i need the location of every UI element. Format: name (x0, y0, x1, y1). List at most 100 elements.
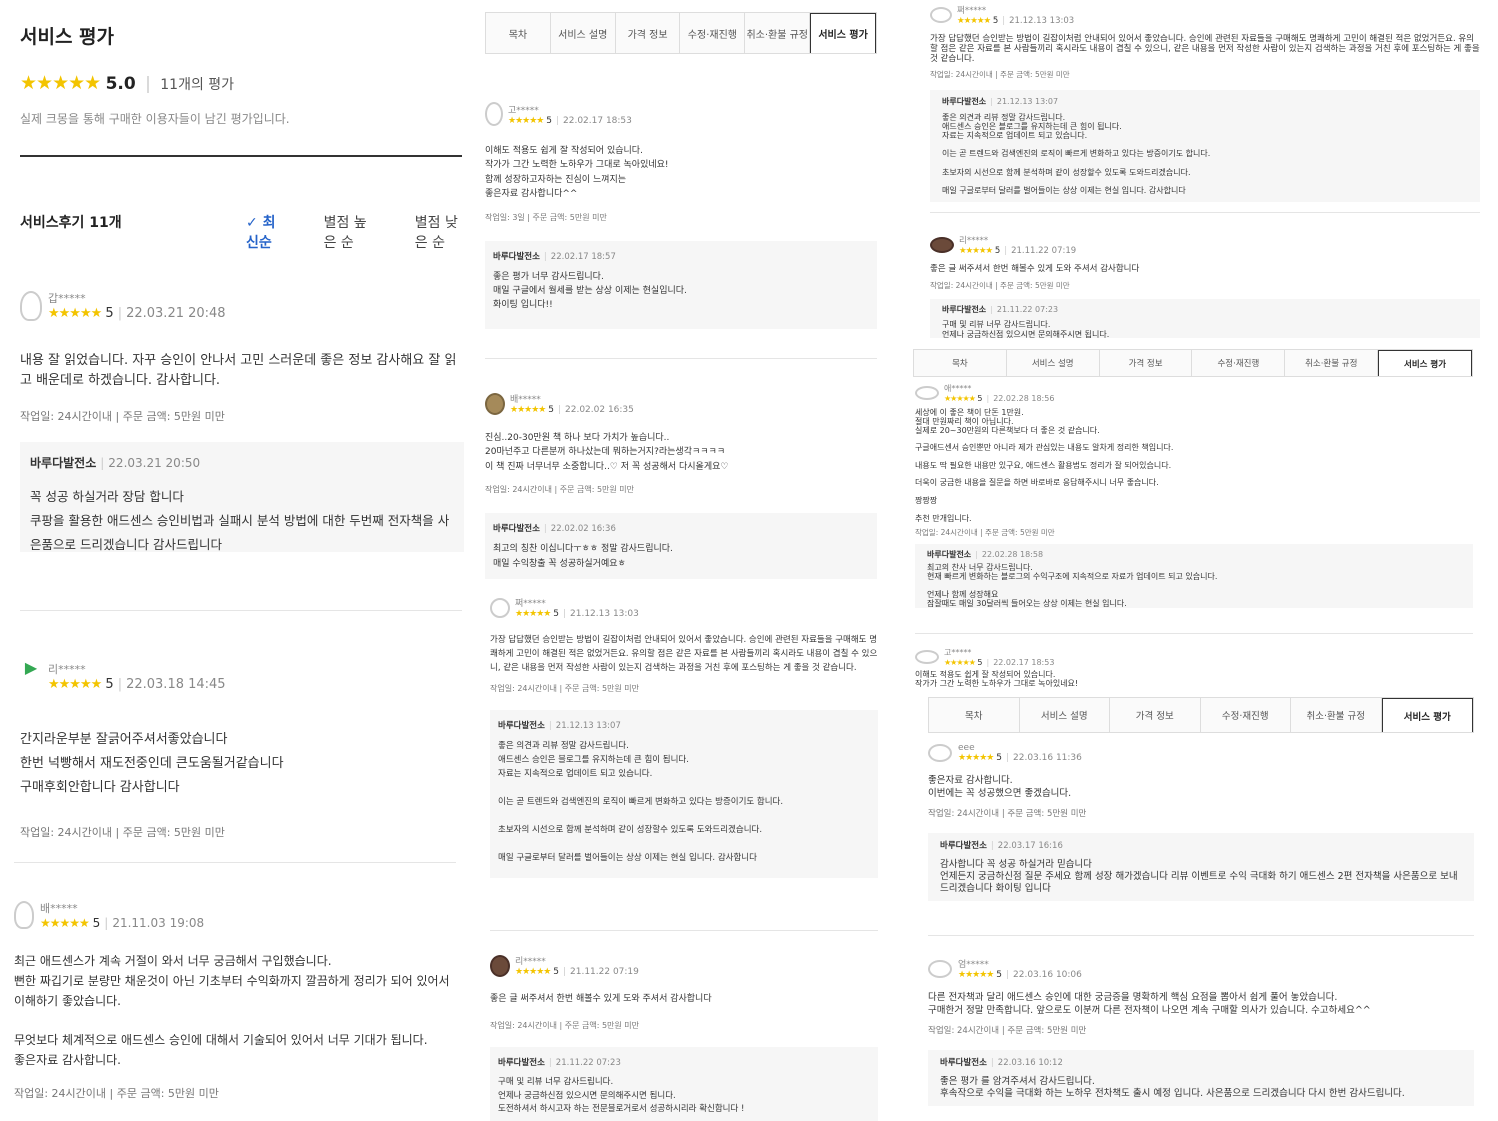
review-meta: 작업일: 24시간이내 | 주문 금액: 5만원 미만 (20, 410, 225, 423)
seller-reply: 바루다발전소 | 22.02.28 18:58 최고의 찬사 너무 감사드립니다. … (915, 544, 1473, 609)
review-username: 쩌***** (515, 599, 546, 609)
review-date: 21.11.22 07:19 (1011, 246, 1077, 256)
review-score: 5 (105, 676, 114, 692)
reply-date: 22.03.21 20:50 (108, 456, 201, 470)
tab-toc[interactable]: 목차 (914, 350, 1007, 376)
review-meta: 작업일: 24시간이내 | 주문 금액: 5만원 미만 (14, 1086, 219, 1100)
tab-description[interactable]: 서비스 설명 (1020, 698, 1110, 732)
tab-price[interactable]: 가격 정보 (1110, 698, 1201, 732)
review-username: 배***** (40, 902, 78, 915)
divider (915, 633, 1473, 634)
sort-low-tab[interactable]: 별점 낮은 순 (415, 212, 470, 252)
review-score: 5 (553, 609, 559, 619)
review-date: 22.03.16 10:06 (1013, 970, 1082, 980)
review-score: 5 (92, 916, 101, 930)
review-date: 22.03.18 14:45 (126, 676, 226, 692)
sort-high-tab[interactable]: 별점 높은 순 (324, 212, 379, 252)
reply-author: 바루다발전소 (942, 305, 987, 314)
reply-date: 21.11.22 07:23 (555, 1058, 621, 1068)
divider (485, 358, 877, 359)
review-item: 쩌***** ★★★★★ 5 | 21.12.13 13:03 가장 답답했던 승인… (930, 4, 1480, 202)
star-rating-icon: ★★★★★ (959, 246, 993, 256)
seller-reply: 바루다발전소 | 22.02.02 16:36 최고의 칭찬 이십니다ㅜㅎㅎ 정말 … (485, 513, 877, 580)
divider (20, 610, 462, 611)
tab-revision[interactable]: 수정·재진행 (1192, 350, 1286, 376)
tab-description[interactable]: 서비스 설명 (1007, 350, 1100, 376)
tab-price[interactable]: 가격 정보 (616, 13, 681, 53)
tab-refund[interactable]: 취소·환불 규정 (1285, 350, 1379, 376)
review-date: 21.11.22 07:19 (570, 967, 639, 977)
seller-reply: 바루다발전소 | 22.03.16 10:12 좋은 평가 를 암겨주셔서 감사드립… (928, 1049, 1474, 1106)
tab-bar: 목차 서비스 설명 가격 정보 수정·재진행 취소·환불 규정 서비스 평가 (913, 349, 1473, 377)
review-meta: 작업일: 24시간이내 | 주문 금액: 5만원 미만 (485, 485, 635, 495)
tab-refund[interactable]: 취소·환불 규정 (1291, 698, 1382, 732)
review-text: 가장 답답했던 승인받는 방법이 길잡이처럼 안내되어 있어서 좋았습니다. 승… (930, 34, 1480, 65)
star-rating-icon: ★★★★★ (515, 967, 551, 977)
avatar (485, 392, 505, 415)
reply-text: 최고의 찬사 너무 감사드립니다. 현재 빠르게 변화하는 블로그의 수익구조에… (927, 563, 1218, 608)
tab-price[interactable]: 가격 정보 (1100, 350, 1193, 376)
seller-reply: 바루다발전소 | 22.03.21 20:50 꼭 성공 하실거라 장담 합니다 쿠… (20, 442, 464, 552)
seller-reply: 바루다발전소 | 21.12.13 13:07 좋은 의견과 리뷰 정말 감사드립니… (930, 89, 1480, 202)
review-panel-bottom-right: 목차 서비스 설명 가격 정보 수정·재진행 취소·환불 규정 서비스 평가 e… (895, 695, 1493, 1121)
review-date: 22.02.02 16:35 (565, 405, 634, 415)
avatar (14, 901, 34, 929)
reply-author: 바루다발전소 (927, 550, 972, 560)
review-username: 고***** (944, 648, 972, 657)
tab-toc[interactable]: 목차 (486, 13, 551, 53)
reply-date: 22.03.17 16:16 (997, 840, 1063, 851)
review-text: 다른 전자책과 달리 애드센스 승인에 대한 궁금증을 명확하게 핵심 요점을 … (928, 992, 1371, 1016)
review-meta: 작업일: 24시간이내 | 주문 금액: 5만원 미만 (915, 528, 1055, 538)
review-item: 갑***** ★★★★★ 5 | 22.03.21 20:48 내용 잘 읽었습니다… (20, 290, 464, 552)
star-rating-icon: ★★★★★ (508, 115, 544, 126)
star-rating-icon: ★★★★★ (944, 658, 976, 667)
tab-revision[interactable]: 수정·재진행 (1201, 698, 1291, 732)
tab-reviews[interactable]: 서비스 평가 (1378, 350, 1472, 376)
review-meta: 작업일: 3일 | 주문 금액: 5만원 미만 (485, 212, 607, 222)
review-item: 리***** ★★★★★ 5 | 21.11.22 07:19 좋은 글 써주셔서 … (490, 954, 878, 1121)
avatar (485, 102, 503, 126)
divider (490, 930, 878, 931)
review-username: 엄***** (958, 960, 989, 970)
sort-latest-tab[interactable]: ✓ 최신순 (246, 212, 288, 252)
review-item: 쩌***** ★★★★★ 5 | 21.12.13 13:03 가장 답답했던 승인… (490, 596, 878, 879)
review-date: 21.12.13 13:03 (1009, 16, 1075, 26)
rating-value: 5.0 (105, 74, 136, 94)
review-username: 애***** (944, 384, 972, 393)
review-text: 가장 답답했던 승인받는 방법이 길잡이처럼 안내되어 있어서 좋았습니다. 승… (490, 635, 878, 674)
tab-toc[interactable]: 목차 (929, 698, 1020, 732)
review-username: eee (958, 743, 975, 753)
reply-author: 바루다발전소 (30, 456, 97, 470)
rating-summary: ★★★★★ 5.0 | 11개의 평가 (20, 72, 235, 94)
seller-reply: 바루다발전소 | 21.12.13 13:07 좋은 의견과 리뷰 정말 감사드립니… (490, 710, 878, 879)
avatar (930, 7, 952, 23)
review-score: 5 (977, 394, 983, 403)
review-username: 쩌***** (957, 6, 987, 16)
reply-date: 22.02.02 16:36 (550, 524, 616, 535)
review-score: 5 (548, 405, 554, 415)
review-text: 간지라운부분 잘긁어주셔서좋았습니다 한번 넉빵해서 재도전중인데 큰도움될거같… (20, 732, 284, 796)
reply-author: 바루다발전소 (498, 721, 545, 732)
app-logo-avatar: ▶ (24, 658, 38, 677)
review-item: eee ★★★★★ 5 | 22.03.16 11:36 좋은자료 감사합니다. 이… (928, 743, 1474, 901)
reply-text: 최고의 칭찬 이십니다ㅜㅎㅎ 정말 감사드립니다. 매일 수익창출 꼭 성공하실… (493, 544, 673, 569)
tab-description[interactable]: 서비스 설명 (551, 13, 616, 53)
review-score: 5 (996, 970, 1002, 980)
tab-refund[interactable]: 취소·환불 규정 (745, 13, 811, 53)
sort-options: ✓ 최신순 별점 높은 순 별점 낮은 순 (246, 212, 470, 252)
divider (20, 155, 462, 157)
review-date: 21.12.13 13:03 (570, 609, 639, 619)
reply-date: 22.03.16 10:12 (997, 1057, 1063, 1068)
star-rating-icon: ★★★★★ (510, 405, 546, 415)
reply-author: 바루다발전소 (493, 524, 540, 535)
reply-author: 바루다발전소 (940, 840, 987, 851)
star-rating-icon: ★★★★★ (48, 676, 102, 692)
tab-reviews[interactable]: 서비스 평가 (810, 13, 876, 53)
star-rating-icon: ★★★★★ (944, 394, 976, 403)
avatar (20, 290, 42, 321)
review-date: 22.02.28 18:56 (993, 394, 1055, 403)
seller-reply: 바루다발전소 | 22.03.17 16:16 감사합니다 꼭 성공 하실거라 믿습… (928, 832, 1474, 901)
review-panel-mid-right: 목차 서비스 설명 가격 정보 수정·재진행 취소·환불 규정 서비스 평가 애… (895, 345, 1493, 693)
tab-reviews[interactable]: 서비스 평가 (1381, 698, 1473, 732)
tab-revision[interactable]: 수정·재진행 (680, 13, 746, 53)
